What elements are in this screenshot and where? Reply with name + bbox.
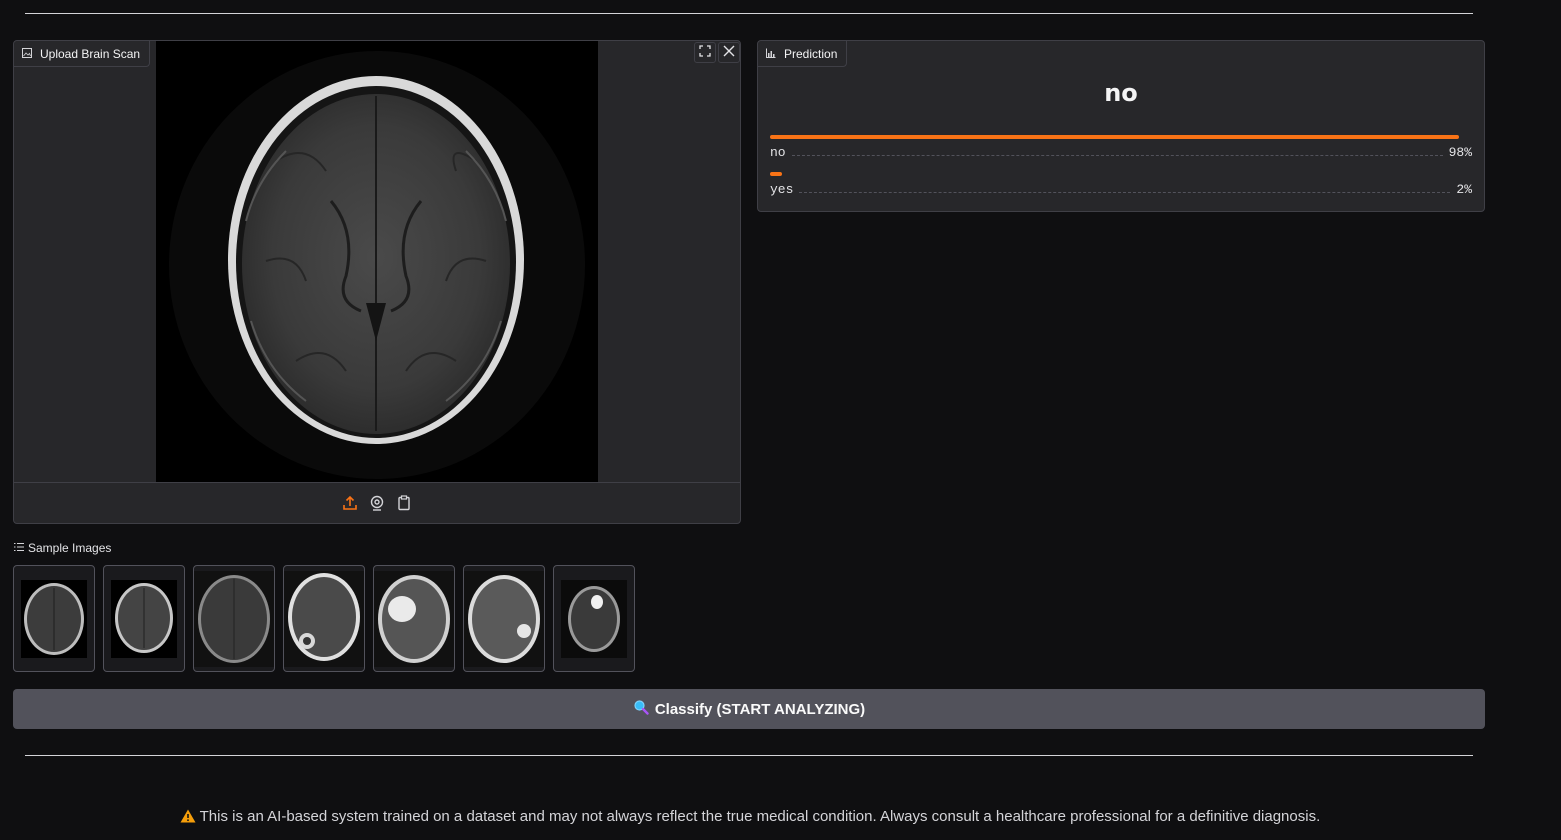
list-icon: [14, 541, 24, 555]
samples-label: Sample Images: [28, 541, 112, 555]
sample-thumbnail-4[interactable]: [283, 565, 365, 672]
fullscreen-button[interactable]: [694, 42, 716, 63]
clipboard-icon[interactable]: [396, 495, 413, 512]
upload-icon[interactable]: [342, 495, 359, 512]
bar-chart-icon: [766, 47, 776, 61]
sample-thumbnail-3[interactable]: [193, 565, 275, 672]
classify-button[interactable]: Classify (START ANALYZING): [13, 689, 1485, 729]
confidence-no: no 98%: [770, 135, 1472, 160]
prediction-label-tag: Prediction: [758, 41, 848, 67]
disclaimer: This is an AI-based system trained on a …: [0, 808, 1500, 825]
warning-icon: [180, 808, 200, 825]
sample-thumbnail-6[interactable]: [463, 565, 545, 672]
confidence-label-yes: yes: [770, 182, 794, 197]
prediction-panel: Prediction no no 98% yes 2%: [757, 40, 1485, 212]
upload-panel: Upload Brain Scan: [13, 40, 741, 524]
confidence-value-no: 98%: [1448, 145, 1472, 160]
image-icon: [22, 47, 32, 61]
upload-label: Upload Brain Scan: [40, 46, 141, 61]
disclaimer-text: This is an AI-based system trained on a …: [199, 808, 1321, 825]
confidence-label-no: no: [770, 145, 786, 160]
bottom-divider: [25, 755, 1473, 756]
upload-label-tag: Upload Brain Scan: [14, 41, 151, 67]
sample-thumbnail-2[interactable]: [103, 565, 185, 672]
webcam-icon[interactable]: [369, 495, 386, 512]
top-divider: [25, 13, 1473, 14]
magnifier-icon: [633, 699, 649, 719]
sample-thumbnail-7[interactable]: [553, 565, 635, 672]
clear-button[interactable]: [718, 42, 740, 63]
prediction-label: Prediction: [784, 46, 838, 61]
samples-header: Sample Images: [14, 541, 111, 555]
close-icon: [723, 44, 735, 62]
confidence-bar-no: [770, 135, 1459, 139]
confidence-yes: yes 2%: [770, 172, 1472, 197]
confidence-bar-yes: [770, 172, 782, 176]
brain-scan-image[interactable]: [156, 41, 598, 483]
confidence-value-yes: 2%: [1456, 182, 1472, 197]
fullscreen-icon: [699, 44, 711, 62]
predicted-class: no: [1104, 79, 1138, 107]
sample-thumbnail-1[interactable]: [13, 565, 95, 672]
upload-source-toolbar: [14, 482, 740, 523]
classify-button-label: Classify (START ANALYZING): [654, 700, 866, 718]
sample-thumbnail-5[interactable]: [373, 565, 455, 672]
